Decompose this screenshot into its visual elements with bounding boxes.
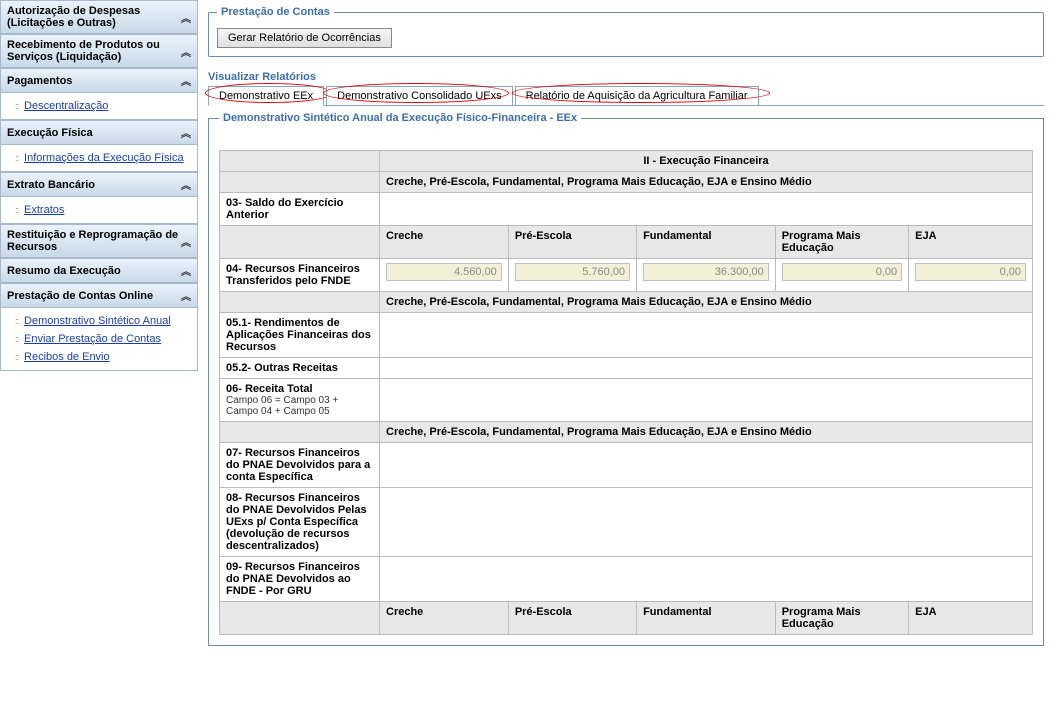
inner-legend: Demonstrativo Sintético Anual da Execuçã…	[219, 112, 581, 124]
table-section-title: II - Execução Financeira	[380, 151, 1033, 172]
tab-demonstrativo-eex[interactable]: Demonstrativo EEx	[208, 86, 324, 106]
chevron-up-icon: ︽	[181, 10, 191, 25]
col-eja: EJA	[909, 226, 1033, 259]
menu-header-autorizacao[interactable]: Autorização de Despesas (Licitações e Ou…	[0, 0, 198, 34]
prestacao-fieldset: Prestação de Contas Gerar Relatório de O…	[208, 6, 1044, 57]
chevron-up-icon: ︽	[181, 177, 191, 192]
gerar-relatorio-button[interactable]: Gerar Relatório de Ocorrências	[217, 28, 392, 48]
group-header: Creche, Pré-Escola, Fundamental, Program…	[380, 172, 1033, 193]
sidebar-item-demonstrativo-sintetico[interactable]: Demonstrativo Sintético Anual	[1, 312, 197, 330]
table-row: 04- Recursos Financeiros Transferidos pe…	[220, 259, 1033, 292]
table-row: 09- Recursos Financeiros do PNAE Devolvi…	[220, 557, 1033, 602]
sidebar-item-descentralizacao[interactable]: Descentralização	[1, 97, 197, 115]
column-header-row: Creche Pré-Escola Fundamental Programa M…	[220, 226, 1033, 259]
chevron-up-icon: ︽	[181, 125, 191, 140]
value-input	[782, 263, 902, 281]
tabs-row: Demonstrativo EEx Demonstrativo Consolid…	[208, 86, 1044, 106]
table-row: 08- Recursos Financeiros do PNAE Devolvi…	[220, 488, 1033, 557]
chevron-up-icon: ︽	[181, 288, 191, 303]
visualizar-label: Visualizar Relatórios	[208, 71, 1044, 83]
sidebar: Autorização de Despesas (Licitações e Ou…	[0, 0, 198, 646]
col-pre-escola: Pré-Escola	[508, 226, 636, 259]
tab-relatorio-agricultura[interactable]: Relatório de Aquisição da Agricultura Fa…	[515, 86, 759, 105]
chevron-up-icon: ︽	[181, 73, 191, 88]
group-header: Creche, Pré-Escola, Fundamental, Program…	[380, 292, 1033, 313]
chevron-up-icon: ︽	[181, 263, 191, 278]
menu-header-recebimento[interactable]: Recebimento de Produtos ou Serviços (Liq…	[0, 34, 198, 68]
sidebar-item-extratos[interactable]: Extratos	[1, 201, 197, 219]
table-row: 05.1- Rendimentos de Aplicações Financei…	[220, 313, 1033, 358]
chevron-up-icon: ︽	[181, 234, 191, 249]
menu-header-resumo[interactable]: Resumo da Execução︽	[0, 258, 198, 283]
fieldset-legend: Prestação de Contas	[217, 6, 334, 18]
col-mais-educacao: Programa Mais Educação	[775, 226, 908, 259]
menu-header-pagamentos[interactable]: Pagamentos︽	[0, 68, 198, 93]
col-fundamental: Fundamental	[637, 226, 776, 259]
column-header-row: Creche Pré-Escola Fundamental Programa M…	[220, 602, 1033, 635]
table-row: 07- Recursos Financeiros do PNAE Devolvi…	[220, 443, 1033, 488]
chevron-up-icon: ︽	[181, 44, 191, 59]
table-row: 06- Receita Total Campo 06 = Campo 03 + …	[220, 379, 1033, 422]
value-input	[915, 263, 1026, 281]
value-input	[386, 263, 502, 281]
table-row: 03- Saldo do Exercício Anterior	[220, 193, 1033, 226]
tab-demonstrativo-consolidado[interactable]: Demonstrativo Consolidado UExs	[326, 86, 512, 105]
menu-header-restituicao[interactable]: Restituição e Reprogramação de Recursos︽	[0, 224, 198, 258]
sidebar-item-recibos-envio[interactable]: Recibos de Envio	[1, 348, 197, 366]
sidebar-item-enviar-prestacao[interactable]: Enviar Prestação de Contas	[1, 330, 197, 348]
sidebar-item-informacoes-execucao[interactable]: Informações da Execução Física	[1, 149, 197, 167]
value-input	[643, 263, 769, 281]
menu-header-extrato[interactable]: Extrato Bancário︽	[0, 172, 198, 197]
menu-header-prestacao-online[interactable]: Prestação de Contas Online︽	[0, 283, 198, 308]
group-header: Creche, Pré-Escola, Fundamental, Program…	[380, 422, 1033, 443]
menu-header-execucao-fisica[interactable]: Execução Física︽	[0, 120, 198, 145]
demonstrativo-fieldset: Demonstrativo Sintético Anual da Execuçã…	[208, 112, 1044, 646]
col-creche: Creche	[380, 226, 509, 259]
main-content: Prestação de Contas Gerar Relatório de O…	[198, 0, 1054, 646]
table-row: 05.2- Outras Receitas	[220, 358, 1033, 379]
value-input	[515, 263, 630, 281]
report-table: II - Execução Financeira Creche, Pré-Esc…	[219, 150, 1033, 635]
